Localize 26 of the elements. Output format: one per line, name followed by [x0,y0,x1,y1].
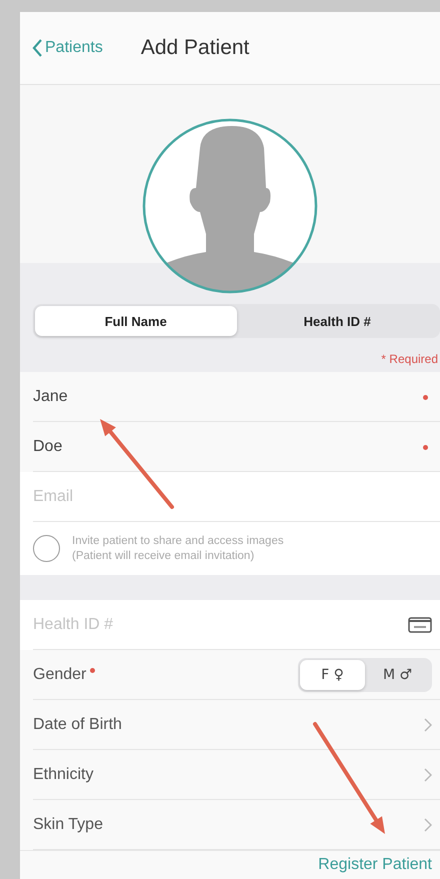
gender-option[interactable]: M ♂ [365,660,430,690]
gender-option[interactable]: F ♀ [300,660,365,690]
text-input[interactable]: Doe [33,438,333,456]
detail-row-label[interactable]: Skin Type [33,816,103,834]
text-input[interactable]: Jane [33,388,333,406]
gender-label: Gender [33,666,96,684]
text-field[interactable]: Doe [20,422,440,472]
screen-title: Add Patient [140,36,250,60]
chevron-right-icon [424,768,432,782]
chevron-right-icon [424,718,432,732]
detail-row-label[interactable]: Ethnicity [33,766,94,784]
health-id-input[interactable]: Health ID # [33,616,333,634]
chevron-right-icon [424,818,432,832]
segment-tab[interactable]: Health ID # [236,306,438,336]
segment-tab[interactable]: Full Name [35,306,236,336]
back-chevron-icon [32,39,43,57]
health-id-field[interactable]: Health ID # [20,600,440,650]
text-field[interactable]: Jane [20,372,440,422]
required-note: * Required [381,352,439,366]
detail-row-label[interactable]: Date of Birth [33,716,122,734]
text-field[interactable]: Email [20,472,440,522]
invite-radio[interactable] [33,535,60,562]
invite-text: Invite patient to share and access images [72,534,284,548]
text-input[interactable]: Email [33,488,333,506]
invite-subtext: (Patient will receive email invitation) [72,548,256,564]
card-icon[interactable] [408,617,432,633]
